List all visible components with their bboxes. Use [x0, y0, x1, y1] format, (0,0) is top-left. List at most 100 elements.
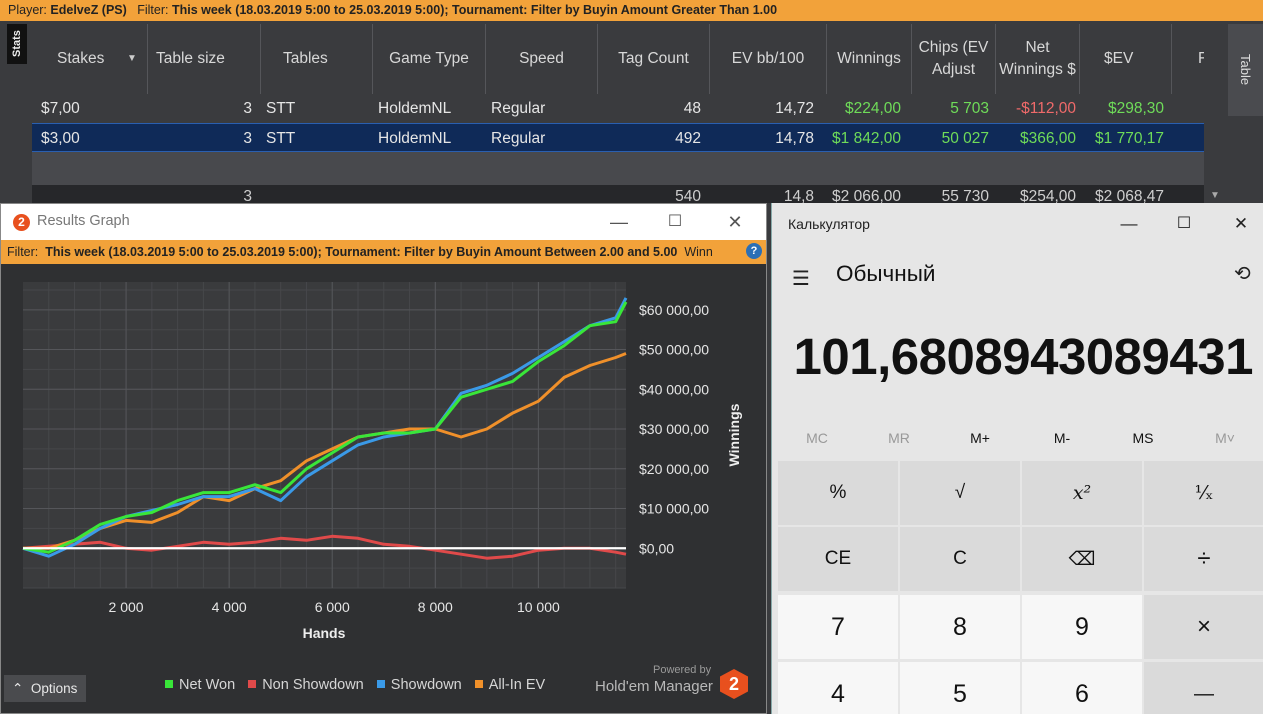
- table-empty-area: [32, 152, 1204, 185]
- player-filter-bar: Player: EdelveZ (PS) Filter: This week (…: [0, 0, 1263, 21]
- maximize-icon[interactable]: ☐: [1169, 210, 1199, 238]
- multiply-button[interactable]: ×: [1144, 595, 1263, 659]
- x-axis-ticks: 2 000 4 000 6 000 8 000 10 000: [109, 599, 560, 615]
- help-icon[interactable]: ?: [746, 243, 762, 259]
- column-header-net-winnings[interactable]: Net Winnings $: [996, 24, 1080, 94]
- y-tick-label: $50 000,00: [639, 342, 709, 358]
- powered-by-text: Powered by: [653, 664, 712, 676]
- y-axis-label: Winnings: [726, 403, 742, 466]
- options-button[interactable]: ⌃ Options: [4, 675, 86, 702]
- x-tick-label: 8 000: [418, 599, 453, 615]
- player-value: EdelveZ (PS): [50, 3, 127, 17]
- sqrt-button[interactable]: √: [900, 461, 1020, 525]
- digit-8-button[interactable]: 8: [900, 595, 1020, 659]
- table-row[interactable]: $7,00 3 STT HoldemNL Regular 48 14,72 $2…: [32, 94, 1204, 123]
- sort-dropdown-icon[interactable]: ▼: [127, 48, 137, 70]
- column-header-tag-count[interactable]: Tag Count: [598, 24, 710, 94]
- memory-list-button[interactable]: M˅: [1185, 430, 1263, 446]
- options-label: Options: [30, 681, 78, 696]
- results-graph-titlebar[interactable]: 2 Results Graph — ☐ ✕: [1, 204, 766, 240]
- column-header-winnings[interactable]: Winnings: [827, 24, 912, 94]
- minimize-icon[interactable]: —: [1114, 210, 1144, 238]
- graph-filter-value: This week (18.03.2019 5:00 to 25.03.2019…: [45, 245, 678, 259]
- column-header-f[interactable]: F: [1172, 24, 1204, 94]
- cell-game-type: HoldemNL: [378, 100, 452, 117]
- digit-6-button[interactable]: 6: [1022, 662, 1142, 714]
- filter-value: This week (18.03.2019 5:00 to 25.03.2019…: [171, 3, 778, 17]
- percent-button[interactable]: %: [778, 461, 898, 525]
- column-header-chips[interactable]: Chips (EV Adjust: [912, 24, 996, 94]
- column-header-stakes[interactable]: Stakes ▼: [32, 24, 148, 94]
- memory-clear-button[interactable]: MC: [777, 430, 857, 446]
- graph-filter-bar: Filter: This week (18.03.2019 5:00 to 25…: [1, 240, 766, 264]
- digit-5-button[interactable]: 5: [900, 662, 1020, 714]
- memory-subtract-button[interactable]: M-: [1022, 430, 1102, 446]
- memory-recall-button[interactable]: MR: [859, 430, 939, 446]
- legend-item-net-won[interactable]: Net Won: [165, 677, 235, 693]
- cell-game-type: HoldemNL: [378, 130, 452, 147]
- cell-ev-bb100: 14,78: [775, 130, 814, 147]
- filter-label: Filter:: [137, 3, 169, 17]
- history-icon[interactable]: ⟲: [1234, 261, 1251, 286]
- cell-speed: Regular: [491, 100, 546, 117]
- cell-chips: 5 703: [950, 100, 989, 117]
- column-header-game-type[interactable]: Game Type: [373, 24, 486, 94]
- legend-swatch: [474, 680, 483, 688]
- hm-brand-text: Hold'em Manager: [595, 678, 713, 695]
- legend-swatch: [248, 680, 257, 688]
- memory-store-button[interactable]: MS: [1103, 430, 1183, 446]
- close-icon[interactable]: ✕: [1226, 210, 1256, 238]
- y-tick-label: $60 000,00: [639, 302, 709, 318]
- column-header-tables[interactable]: Tables: [261, 24, 373, 94]
- hamburger-menu-icon[interactable]: ☰: [792, 266, 810, 291]
- legend-item-all-in-ev[interactable]: All-In EV: [474, 677, 545, 693]
- cell-tag-count: 48: [683, 100, 701, 117]
- y-tick-label: $20 000,00: [639, 461, 709, 477]
- results-graph-window: 2 Results Graph — ☐ ✕ Filter: This week …: [0, 203, 767, 714]
- minimize-icon[interactable]: —: [607, 210, 631, 234]
- square-button[interactable]: x²: [1022, 461, 1142, 525]
- column-header-sev[interactable]: $EV: [1080, 24, 1172, 94]
- calculator-window: Калькулятор — ☐ ✕ ☰ Обычный ⟲ 101,680894…: [771, 203, 1263, 714]
- graph-filter-label: Filter:: [7, 245, 39, 259]
- legend-label: Net Won: [179, 677, 236, 693]
- cell-stakes: $3,00: [41, 130, 80, 147]
- cell-table-size: 3: [243, 130, 252, 147]
- cell-winnings: $224,00: [844, 100, 901, 117]
- x-tick-label: 4 000: [212, 599, 247, 615]
- x-tick-label: 6 000: [315, 599, 350, 615]
- cell-sev: $298,30: [1107, 100, 1164, 117]
- cell-ev-bb100: 14,72: [775, 100, 814, 117]
- close-icon[interactable]: ✕: [723, 210, 747, 234]
- digit-9-button[interactable]: 9: [1022, 595, 1142, 659]
- backspace-icon[interactable]: ⌫: [1022, 527, 1142, 591]
- column-header-ev-bb100[interactable]: EV bb/100: [710, 24, 827, 94]
- legend-item-showdown[interactable]: Showdown: [376, 677, 462, 693]
- stats-tab[interactable]: Stats: [7, 24, 27, 64]
- clear-button[interactable]: C: [900, 527, 1020, 591]
- cell-net-winnings: -$112,00: [1015, 100, 1076, 117]
- legend-item-non-showdown[interactable]: Non Showdown: [248, 677, 364, 693]
- y-axis-ticks: $0,00 $10 000,00 $20 000,00 $30 000,00 $40 0…: [639, 302, 709, 556]
- cell-speed: Regular: [491, 130, 546, 147]
- maximize-icon[interactable]: ☐: [663, 210, 687, 234]
- cell-tables: STT: [266, 100, 296, 117]
- digit-4-button[interactable]: 4: [778, 662, 898, 714]
- table-tab[interactable]: Table: [1228, 24, 1263, 116]
- memory-add-button[interactable]: M+: [940, 430, 1020, 446]
- calculator-display: 101,6808943089431: [793, 328, 1254, 385]
- legend-swatch: [376, 680, 385, 688]
- divide-button[interactable]: ÷: [1144, 527, 1263, 591]
- column-header-speed[interactable]: Speed: [486, 24, 598, 94]
- graph-filter-suffix: Winn: [684, 245, 713, 259]
- clear-entry-button[interactable]: CE: [778, 527, 898, 591]
- digit-7-button[interactable]: 7: [778, 595, 898, 659]
- cell-table-size: 3: [243, 100, 252, 117]
- reciprocal-button[interactable]: ¹⁄ₓ: [1144, 461, 1263, 525]
- table-row-selected[interactable]: $3,00 3 STT HoldemNL Regular 492 14,78 $…: [32, 123, 1204, 152]
- y-tick-label: $10 000,00: [639, 501, 709, 517]
- results-line-chart: 2 000 4 000 6 000 8 000 10 000 $0,00 $10 000,…: [22, 282, 742, 641]
- minus-button[interactable]: —: [1144, 662, 1263, 714]
- x-axis-label: Hands: [303, 625, 346, 641]
- column-header-table-size[interactable]: Table size: [148, 24, 261, 94]
